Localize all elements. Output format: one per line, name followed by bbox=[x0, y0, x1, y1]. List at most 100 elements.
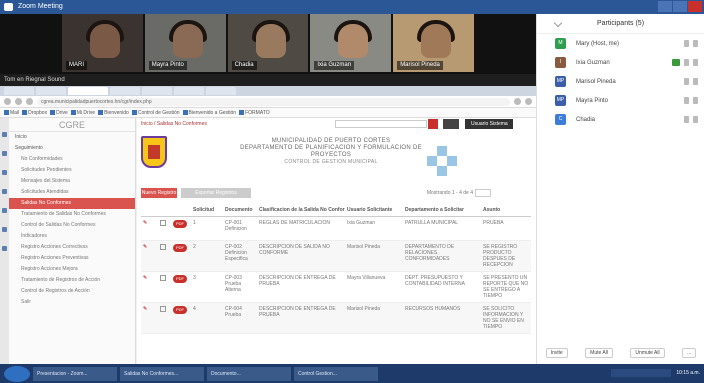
bookmark-item[interactable]: Bienvenido a Gestión bbox=[182, 110, 236, 116]
taskbar-item[interactable]: Control Gestion... bbox=[294, 366, 378, 381]
browser-tab[interactable] bbox=[174, 87, 204, 95]
camera-icon[interactable] bbox=[693, 40, 698, 47]
video-tile[interactable]: Mayra Pinto bbox=[144, 14, 226, 72]
search-button[interactable] bbox=[428, 119, 438, 129]
browser-tab[interactable] bbox=[36, 87, 66, 95]
invite-button[interactable]: Invite bbox=[545, 348, 568, 358]
taskbar-item[interactable]: Documento... bbox=[207, 366, 291, 381]
status-badge[interactable]: PDF bbox=[173, 274, 187, 283]
bookmark-item[interactable]: Bienvenido bbox=[98, 110, 129, 116]
sidebar-item[interactable]: Control de Salidas No Conformes bbox=[9, 220, 135, 231]
minimize-button[interactable] bbox=[658, 1, 672, 12]
column-header[interactable]: Asunto bbox=[481, 204, 531, 217]
sidebar-item[interactable]: Salidas No Conformes bbox=[9, 198, 135, 209]
column-header[interactable]: Usuario Solicitante bbox=[345, 204, 403, 217]
user-icon[interactable] bbox=[2, 227, 7, 232]
screen-share-bar[interactable]: Tom en Riegnal Sound bbox=[0, 74, 536, 86]
table-row[interactable]: ✎ PDF 3 CP-003 Prueba Alterna DESCRIPCION DE… bbox=[141, 271, 531, 303]
mic-icon[interactable] bbox=[684, 78, 689, 85]
settings-icon[interactable] bbox=[2, 246, 7, 251]
row-checkbox[interactable] bbox=[160, 305, 166, 312]
table-row[interactable]: ✎ PDF 4 CP-004 Prueba DESCRIPCION DE ENTREGA… bbox=[141, 302, 531, 334]
video-tile[interactable]: Chadia bbox=[227, 14, 309, 72]
export-selected-button[interactable]: Exportar Registros Seleccionados bbox=[181, 188, 251, 206]
sidebar-item[interactable]: Registro Acciones Preventivas bbox=[9, 253, 135, 264]
edit-icon[interactable]: ✎ bbox=[143, 244, 147, 250]
camera-icon[interactable] bbox=[693, 78, 698, 85]
video-tile[interactable]: MARI bbox=[62, 14, 143, 72]
book-icon[interactable] bbox=[2, 189, 7, 194]
bookmark-item[interactable]: Dropbox bbox=[22, 110, 47, 116]
bookmark-item[interactable]: FORMATO bbox=[239, 110, 270, 116]
sidebar-item[interactable]: Control de Registros de Acción bbox=[9, 286, 135, 297]
taskbar-item[interactable]: Salidas No Conformes... bbox=[120, 366, 204, 381]
camera-icon[interactable] bbox=[693, 97, 698, 104]
edit-icon[interactable]: ✎ bbox=[143, 220, 147, 226]
start-button[interactable] bbox=[4, 365, 30, 382]
camera-icon[interactable] bbox=[693, 59, 698, 66]
participant-row[interactable]: I Ixia Guzman bbox=[537, 53, 704, 72]
reload-icon[interactable] bbox=[26, 98, 33, 105]
column-header[interactable]: Departamento a Solicitar bbox=[403, 204, 481, 217]
menu-icon[interactable] bbox=[525, 98, 532, 105]
close-button[interactable] bbox=[688, 1, 702, 12]
sidebar-item[interactable]: Tratamiento de Salidas No Conformes bbox=[9, 209, 135, 220]
table-row[interactable]: ✎ PDF 2 CP-002 Definicion Especifica DESCRIP… bbox=[141, 240, 531, 272]
column-header[interactable]: Solicitud bbox=[191, 204, 223, 217]
maximize-button[interactable] bbox=[673, 1, 687, 12]
column-header[interactable] bbox=[141, 204, 155, 217]
participant-row[interactable]: M Mary (Host, me) bbox=[537, 34, 704, 53]
browser-tab-active[interactable] bbox=[68, 87, 108, 95]
column-header[interactable]: Documento bbox=[223, 204, 257, 217]
row-checkbox[interactable] bbox=[160, 243, 166, 250]
edit-icon[interactable]: ✎ bbox=[143, 306, 147, 312]
status-badge[interactable]: PDF bbox=[173, 243, 187, 252]
sidebar-item[interactable]: Salir bbox=[9, 297, 135, 308]
edit-icon[interactable]: ✎ bbox=[143, 275, 147, 281]
sidebar-item[interactable]: Tratamiento de Registros de Acción bbox=[9, 275, 135, 286]
search-input[interactable] bbox=[335, 120, 427, 128]
unmute-all-button[interactable]: Unmute All bbox=[630, 348, 665, 358]
sidebar-item[interactable]: Indicadores bbox=[9, 231, 135, 242]
more-button[interactable]: ... bbox=[682, 348, 697, 358]
home-icon[interactable] bbox=[2, 132, 7, 137]
browser-tab[interactable] bbox=[110, 87, 140, 95]
status-badge[interactable]: PDF bbox=[173, 219, 187, 228]
sidebar-item[interactable]: Registro Acciones Correctivas bbox=[9, 242, 135, 253]
collapse-icon[interactable] bbox=[553, 18, 563, 28]
browser-tab[interactable] bbox=[4, 87, 34, 95]
list-icon[interactable] bbox=[2, 151, 7, 156]
bookmark-item[interactable]: Drive bbox=[50, 110, 68, 116]
star-icon[interactable] bbox=[514, 98, 521, 105]
settings-dropdown[interactable] bbox=[443, 119, 459, 129]
tray-icons[interactable] bbox=[610, 368, 671, 377]
back-icon[interactable] bbox=[4, 98, 11, 105]
sidebar-item[interactable]: Inicio bbox=[9, 132, 135, 143]
sidebar-item[interactable]: Solicitudes Pendientes bbox=[9, 165, 135, 176]
mic-icon[interactable] bbox=[684, 59, 689, 66]
participant-row[interactable]: C Chadia bbox=[537, 110, 704, 129]
browser-tab[interactable] bbox=[206, 87, 236, 95]
participant-row[interactable]: MP Mayra Pinto bbox=[537, 91, 704, 110]
participant-row[interactable]: MP Marisol Pineda bbox=[537, 72, 704, 91]
user-menu[interactable]: Usuario Sistema bbox=[465, 119, 513, 129]
sidebar-item[interactable]: No Conformidades bbox=[9, 154, 135, 165]
sidebar-item[interactable]: Solicitudes Atendidas bbox=[9, 187, 135, 198]
address-input[interactable]: cgrea.municipalidadpuertocortes.hn/cgr/i… bbox=[37, 97, 510, 106]
column-header[interactable]: Clasificacion de la Salida No Conforme bbox=[257, 204, 345, 217]
sidebar-item[interactable]: Seguimiento bbox=[9, 143, 135, 154]
taskbar-item[interactable]: Presentacion - Zoom... bbox=[33, 366, 117, 381]
sidebar-item[interactable]: Mensajes del Sistema bbox=[9, 176, 135, 187]
chart-icon[interactable] bbox=[2, 170, 7, 175]
sidebar-item[interactable]: Registro Acciones Mejora bbox=[9, 264, 135, 275]
bookmark-item[interactable]: Mi Drive bbox=[70, 110, 95, 116]
row-checkbox[interactable] bbox=[160, 274, 166, 281]
bookmark-item[interactable]: Mail bbox=[4, 110, 19, 116]
mail-icon[interactable] bbox=[2, 208, 7, 213]
mic-icon[interactable] bbox=[684, 97, 689, 104]
video-tile[interactable]: Marisol Pineda bbox=[393, 14, 474, 72]
video-icon[interactable] bbox=[672, 59, 680, 66]
status-badge[interactable]: PDF bbox=[173, 305, 187, 314]
column-header[interactable] bbox=[169, 204, 191, 217]
video-tile[interactable]: Ixia Guzman bbox=[310, 14, 392, 72]
